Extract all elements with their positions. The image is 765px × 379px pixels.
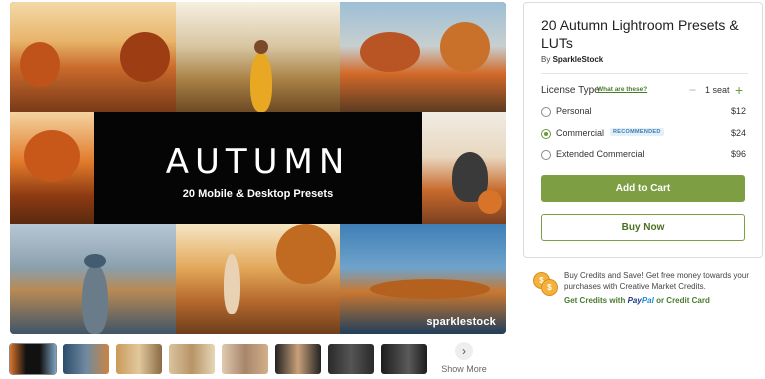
product-hero-image[interactable]: AUTUMN 20 Mobile & Desktop Presets spark… xyxy=(10,2,506,334)
get-credits-paypal-link[interactable]: Get Credits with PayPal xyxy=(564,296,654,305)
license-type-label: License Type xyxy=(541,85,600,96)
hero-tile-lone-tree xyxy=(10,112,94,224)
license-option-price: $24 xyxy=(730,128,746,138)
hero-tile-runner xyxy=(176,224,340,334)
seat-count: 1 seat xyxy=(705,85,730,95)
thumbnail-7[interactable] xyxy=(328,344,374,374)
thumbnail-4[interactable] xyxy=(169,344,215,374)
coins-icon: $ $ xyxy=(533,272,559,296)
hero-tile-hat-woman-lake xyxy=(10,224,176,334)
purchase-card: 20 Autumn Lightroom Presets & LUTs By Sp… xyxy=(523,2,763,258)
paypal-logo-a: Pay xyxy=(627,296,642,305)
license-type-row: License Type What are these? − 1 seat + xyxy=(541,82,746,99)
license-radio-commercial[interactable] xyxy=(541,129,551,139)
license-option-price: $12 xyxy=(730,106,746,116)
license-option-extended-commercial[interactable]: Extended Commercial $96 xyxy=(541,149,746,163)
seat-increment-button[interactable]: + xyxy=(735,82,743,98)
credit-card-link[interactable]: or Credit Card xyxy=(656,296,710,305)
license-option-label: Commercial xyxy=(556,128,605,138)
hero-tile-lake-trees xyxy=(10,2,176,112)
hero-tile-woman-reading xyxy=(422,112,506,224)
show-more-label: Show More xyxy=(441,364,487,374)
hero-tile-woman-leaves xyxy=(176,2,340,112)
thumbnail-6[interactable] xyxy=(275,344,321,374)
product-title: 20 Autumn Lightroom Presets & LUTs xyxy=(541,17,739,51)
get-credits-label: Get Credits with xyxy=(564,296,626,305)
thumbnail-3[interactable] xyxy=(116,344,162,374)
chevron-right-icon[interactable]: › xyxy=(455,342,473,360)
license-option-price: $96 xyxy=(730,149,746,159)
hero-watermark: sparklestock xyxy=(426,316,496,328)
promo-links: Get Credits with PayPal or Credit Card xyxy=(564,296,710,305)
license-help-link[interactable]: What are these? xyxy=(597,86,647,93)
divider xyxy=(541,73,748,74)
recommended-badge: RECOMMENDED xyxy=(610,128,664,136)
author-link[interactable]: SparkleStock xyxy=(553,55,604,64)
thumbnail-5[interactable] xyxy=(222,344,268,374)
license-option-label: Extended Commercial xyxy=(556,149,645,159)
paypal-logo-b: Pal xyxy=(641,296,654,305)
license-option-label: Personal xyxy=(556,106,592,116)
show-more-button[interactable]: › Show More xyxy=(441,342,487,374)
hero-subtitle: 20 Mobile & Desktop Presets xyxy=(182,188,334,200)
credits-promo: $ $ Buy Credits and Save! Get free money… xyxy=(533,270,761,310)
thumbnail-8[interactable] xyxy=(381,344,427,374)
buy-now-button[interactable]: Buy Now xyxy=(541,214,745,241)
license-option-personal[interactable]: Personal $12 xyxy=(541,106,746,120)
byline-prefix: By xyxy=(541,55,553,64)
promo-text: Buy Credits and Save! Get free money tow… xyxy=(564,271,749,291)
add-to-cart-button[interactable]: Add to Cart xyxy=(541,175,745,202)
hero-title: AUTUMN xyxy=(165,142,351,182)
hero-title-panel: AUTUMN 20 Mobile & Desktop Presets xyxy=(94,112,422,224)
seat-decrement-button[interactable]: − xyxy=(689,83,696,97)
product-byline: By SparkleStock xyxy=(541,55,603,64)
license-option-commercial[interactable]: Commercial RECOMMENDED $24 xyxy=(541,128,746,142)
thumbnail-1[interactable] xyxy=(10,344,56,374)
license-radio-personal[interactable] xyxy=(541,107,551,117)
thumbnail-2[interactable] xyxy=(63,344,109,374)
license-radio-extended[interactable] xyxy=(541,150,551,160)
hero-tile-misty-forest xyxy=(340,2,506,112)
